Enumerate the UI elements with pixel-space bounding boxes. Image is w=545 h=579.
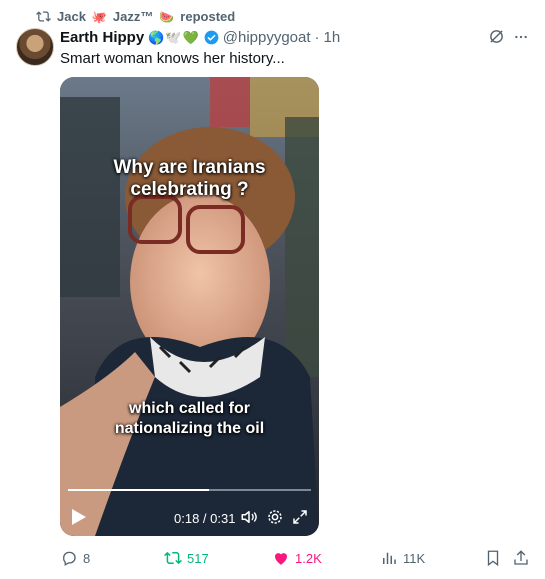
video-time: 0:18 / 0:31 <box>174 511 236 526</box>
verified-badge-icon <box>204 30 219 45</box>
view-count: 11K <box>403 550 426 566</box>
video-frame <box>60 77 319 536</box>
author-handle[interactable]: @hippyygoat <box>223 29 311 46</box>
tweet-actions: 8 517 1.2K 11K <box>0 549 545 571</box>
watermelon-emoji: 🍉 <box>159 9 175 24</box>
reposted-label: reposted <box>180 9 236 24</box>
reposter-name-suffix[interactable]: Jazz™ <box>113 9 153 24</box>
video-progress-fill <box>68 489 209 491</box>
tweet-header: Earth Hippy 🌎🕊️💚 @hippyygoat · 1h <box>60 29 340 46</box>
more-options-icon[interactable] <box>514 30 528 44</box>
repost-action-icon <box>164 551 182 565</box>
reply-icon <box>63 551 76 566</box>
video-player[interactable]: Why are Iranians celebrating ? which cal… <box>60 77 319 536</box>
like-count: 1.2K <box>295 550 322 566</box>
grok-icon[interactable] <box>488 28 505 45</box>
reply-count: 8 <box>83 550 91 566</box>
repost-icon <box>36 11 51 22</box>
author-name[interactable]: Earth Hippy <box>60 29 144 46</box>
repost-indicator[interactable]: Jack 🐙 Jazz™ 🍉 reposted <box>36 9 235 24</box>
heart-icon <box>275 553 287 565</box>
play-icon[interactable] <box>72 509 86 525</box>
tweet-text: Smart woman knows her history... <box>60 50 285 67</box>
volume-icon[interactable] <box>240 508 258 526</box>
caption-top-line-2: celebrating ? <box>130 179 249 200</box>
caption-bottom: which called for nationalizing the oil <box>60 399 319 439</box>
separator-dot: · <box>314 29 320 46</box>
reposter-name[interactable]: Jack <box>57 9 86 24</box>
caption-bottom-line-1: which called for <box>129 400 250 417</box>
like-button[interactable]: 1.2K <box>272 549 322 567</box>
reply-button[interactable]: 8 <box>60 549 90 567</box>
video-progress-bar[interactable] <box>68 489 311 491</box>
repost-count: 517 <box>187 550 209 566</box>
post-time[interactable]: 1h <box>324 29 341 46</box>
octopus-emoji: 🐙 <box>91 9 107 24</box>
fullscreen-icon[interactable] <box>291 508 309 526</box>
caption-top: Why are Iranians celebrating ? <box>60 157 319 201</box>
author-avatar[interactable] <box>16 28 54 66</box>
video-controls: 0:18 / 0:31 <box>60 505 319 529</box>
author-name-emojis: 🌎🕊️💚 <box>148 29 200 45</box>
views-button[interactable]: 11K <box>380 549 425 567</box>
repost-button[interactable]: 517 <box>164 549 209 567</box>
settings-gear-icon[interactable] <box>266 508 284 526</box>
share-icon[interactable] <box>512 549 530 567</box>
caption-bottom-line-2: nationalizing the oil <box>114 420 265 437</box>
bookmark-icon[interactable] <box>484 549 502 567</box>
views-chart-icon <box>383 552 396 564</box>
caption-top-line-1: Why are Iranians <box>113 157 266 178</box>
